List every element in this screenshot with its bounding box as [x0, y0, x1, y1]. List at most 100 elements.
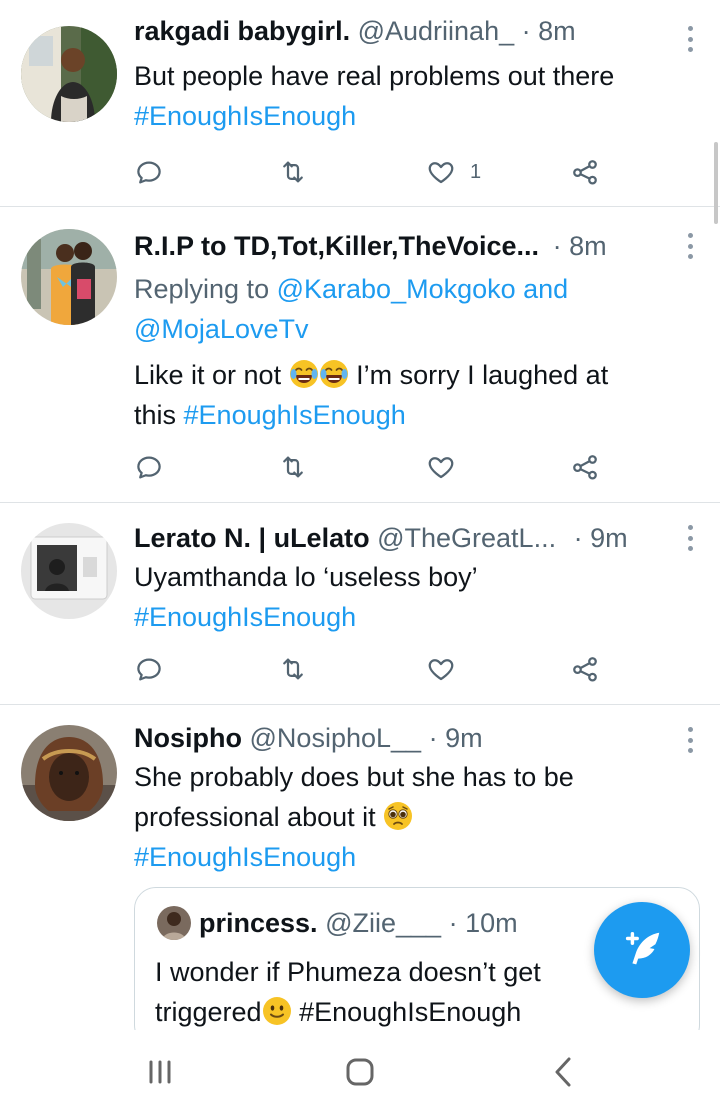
- quoted-hashtag: #EnoughIsEnough: [299, 997, 522, 1027]
- reply-button[interactable]: [134, 152, 164, 192]
- replying-to: @MojaLoveTv: [134, 309, 690, 349]
- hashtag-link[interactable]: #EnoughIsEnough: [134, 96, 690, 136]
- tweet-header: R.I.P to TD,Tot,Killer,TheVoice... · 8m: [134, 229, 672, 263]
- share-button[interactable]: [570, 447, 600, 487]
- more-vertical-icon[interactable]: [686, 26, 694, 52]
- tweet[interactable]: rakgadi babygirl. @Audriinah_ · 8m But p…: [0, 0, 720, 207]
- back-button[interactable]: [544, 1052, 584, 1092]
- heart-icon: [426, 654, 456, 684]
- avatar[interactable]: [21, 725, 117, 821]
- joy-emoji: [319, 359, 349, 389]
- tweet-actions: 1: [134, 152, 614, 192]
- pleading-face-emoji: [383, 801, 413, 831]
- tweet-header: Nosipho @NosiphoL__ · 9m: [134, 721, 672, 755]
- avatar[interactable]: [21, 229, 117, 325]
- timestamp[interactable]: 9m: [445, 723, 483, 753]
- display-name[interactable]: Lerato N. | uLelato: [134, 523, 370, 553]
- hashtag-link[interactable]: #EnoughIsEnough: [184, 400, 406, 430]
- mention-link[interactable]: @MojaLoveTv: [134, 314, 308, 344]
- retweet-icon: [278, 452, 308, 482]
- share-icon: [570, 157, 600, 187]
- scrollbar[interactable]: [714, 142, 718, 224]
- tweet-text: She probably does but she has to be prof…: [134, 757, 690, 877]
- like-button[interactable]: [426, 447, 456, 487]
- hashtag-link[interactable]: #EnoughIsEnough: [134, 837, 690, 877]
- reply-icon: [134, 157, 164, 187]
- tweet-text-part: this: [134, 400, 184, 430]
- reply-button[interactable]: [134, 649, 164, 689]
- separator-dot: ·: [521, 16, 531, 46]
- slightly-smiling-emoji: [262, 996, 292, 1026]
- display-name[interactable]: Nosipho: [134, 723, 242, 753]
- user-handle[interactable]: @TheGreatL...: [377, 523, 556, 553]
- compose-tweet-button[interactable]: [594, 902, 690, 998]
- more-vertical-icon[interactable]: [686, 525, 694, 551]
- more-vertical-icon[interactable]: [686, 727, 694, 753]
- reply-icon: [134, 452, 164, 482]
- tweet-text-part: I’m sorry I laughed at: [348, 360, 609, 390]
- mention-link[interactable]: @Karabo_Mokgoko: [277, 274, 516, 304]
- separator-dot: ·: [448, 908, 458, 938]
- tweet-actions: [134, 649, 614, 689]
- tweet-text-line: professional about it: [134, 797, 690, 837]
- reply-icon: [134, 654, 164, 684]
- timestamp[interactable]: 8m: [569, 231, 607, 261]
- user-handle[interactable]: @NosiphoL__: [250, 723, 422, 753]
- tweet-text-line: this #EnoughIsEnough: [134, 395, 690, 435]
- quoted-text-line: I wonder if Phumeza doesn’t get: [155, 957, 541, 987]
- compose-tweet-icon: [625, 931, 660, 965]
- hashtag-link[interactable]: #EnoughIsEnough: [134, 597, 690, 637]
- tweet[interactable]: R.I.P to TD,Tot,Killer,TheVoice... · 8m …: [0, 207, 720, 503]
- recents-button[interactable]: [140, 1052, 180, 1092]
- heart-icon: [426, 452, 456, 482]
- more-vertical-icon[interactable]: [686, 233, 694, 259]
- timeline-feed[interactable]: rakgadi babygirl. @Audriinah_ · 8m But p…: [0, 0, 720, 1030]
- timestamp[interactable]: 9m: [590, 523, 628, 553]
- home-icon: [346, 1058, 374, 1086]
- tweet-text: Uyamthanda lo ‘useless boy’ #EnoughIsEno…: [134, 557, 690, 637]
- reply-button[interactable]: [134, 447, 164, 487]
- joy-emoji: [289, 359, 319, 389]
- quoted-text-part: triggered: [155, 997, 262, 1027]
- replying-to: Replying to @Karabo_Mokgoko and: [134, 269, 690, 309]
- home-button[interactable]: [340, 1052, 380, 1092]
- separator-dot: ·: [573, 523, 583, 553]
- like-button[interactable]: [426, 649, 456, 689]
- replying-to-conjunction: and: [515, 274, 569, 304]
- quoted-display-name: princess.: [199, 908, 318, 938]
- tweet-actions: [134, 447, 614, 487]
- tweet-text-part: Like it or not: [134, 360, 289, 390]
- display-name[interactable]: R.I.P to TD,Tot,Killer,TheVoice...: [134, 231, 539, 261]
- like-button[interactable]: 1: [426, 152, 481, 192]
- share-button[interactable]: [570, 152, 600, 192]
- share-button[interactable]: [570, 649, 600, 689]
- tweet-text-part: professional about it: [134, 802, 384, 832]
- tweet-text: Replying to @Karabo_Mokgoko and @MojaLov…: [134, 269, 690, 435]
- tweet-header: rakgadi babygirl. @Audriinah_ · 8m: [134, 14, 672, 48]
- quoted-timestamp: 10m: [465, 908, 518, 938]
- retweet-button[interactable]: [278, 447, 308, 487]
- separator-dot: ·: [428, 723, 438, 753]
- share-icon: [570, 654, 600, 684]
- timestamp[interactable]: 8m: [538, 16, 576, 46]
- quoted-handle: @Ziie___: [325, 908, 442, 938]
- back-icon: [555, 1057, 571, 1087]
- replying-to-label: Replying to: [134, 274, 277, 304]
- user-handle[interactable]: @Audriinah_: [358, 16, 515, 46]
- separator-dot: ·: [552, 231, 562, 261]
- display-name[interactable]: rakgadi babygirl.: [134, 16, 350, 46]
- tweet-text-line: Uyamthanda lo ‘useless boy’: [134, 562, 478, 592]
- retweet-button[interactable]: [278, 649, 308, 689]
- avatar[interactable]: [21, 26, 117, 122]
- avatar[interactable]: [21, 523, 117, 619]
- quoted-avatar[interactable]: [157, 906, 191, 940]
- recents-icon: [149, 1060, 171, 1084]
- heart-icon: [426, 157, 456, 187]
- retweet-icon: [278, 157, 308, 187]
- tweet[interactable]: Lerato N. | uLelato @TheGreatL... · 9m U…: [0, 503, 720, 705]
- tweet-text-line: But people have real problems out there: [134, 61, 615, 91]
- tweet-text: But people have real problems out there …: [134, 56, 690, 136]
- quoted-text-line: triggered #EnoughIsEnough: [155, 992, 589, 1030]
- retweet-button[interactable]: [278, 152, 308, 192]
- share-icon: [570, 452, 600, 482]
